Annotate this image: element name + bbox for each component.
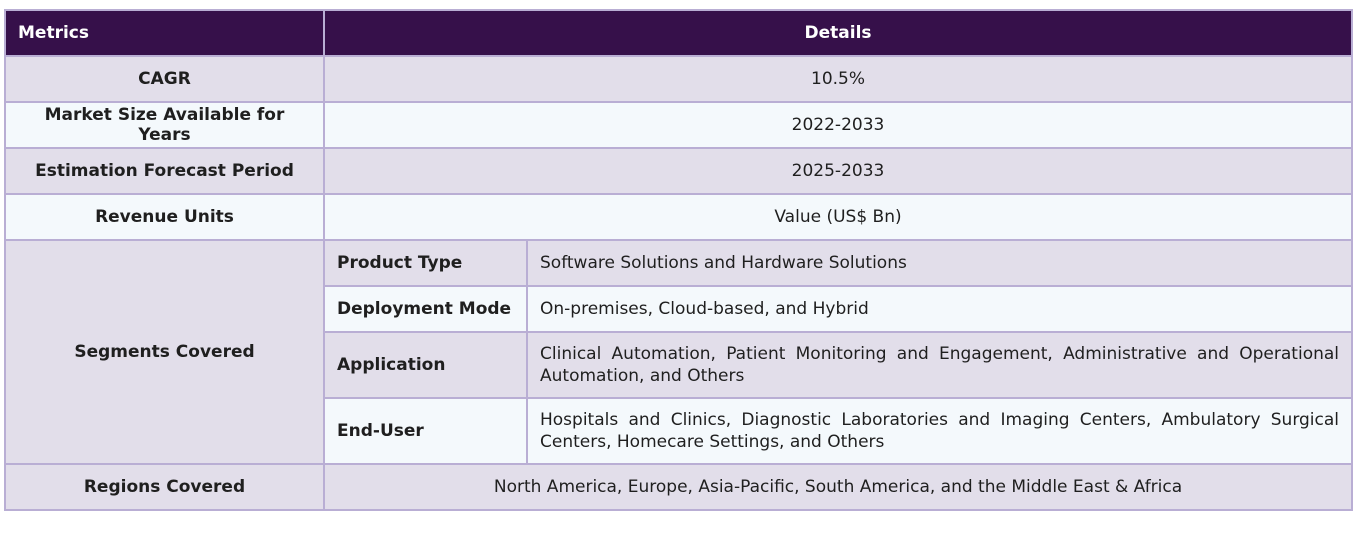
segments-label: Segments Covered <box>4 239 325 465</box>
header-row: Metrics Details <box>4 9 1354 57</box>
table-row: Market Size Available for Years 2022-203… <box>4 101 1354 149</box>
segment-name: End-User <box>323 397 528 465</box>
row-value: 2025-2033 <box>322 147 1354 195</box>
row-label: Revenue Units <box>4 193 325 241</box>
table-row: Revenue Units Value (US$ Bn) <box>4 193 1354 241</box>
table-row: CAGR 10.5% <box>4 55 1354 103</box>
header-details: Details <box>322 9 1354 57</box>
row-value: 10.5% <box>322 55 1354 103</box>
table-row: Regions Covered North America, Europe, A… <box>4 463 1354 511</box>
segment-name: Deployment Mode <box>323 285 528 333</box>
segment-detail: On-premises, Cloud-based, and Hybrid <box>525 285 1354 333</box>
row-label: Market Size Available for Years <box>4 101 325 149</box>
segment-detail: Software Solutions and Hardware Solution… <box>525 239 1354 287</box>
segment-detail: Hospitals and Clinics, Diagnostic Labora… <box>525 397 1354 465</box>
segment-row: Segments Covered Product Type Software S… <box>4 239 1354 465</box>
regions-label: Regions Covered <box>4 463 325 511</box>
segment-name: Application <box>323 331 528 399</box>
table-row: Estimation Forecast Period 2025-2033 <box>4 147 1354 195</box>
row-label: CAGR <box>4 55 325 103</box>
row-label: Estimation Forecast Period <box>4 147 325 195</box>
row-value: Value (US$ Bn) <box>322 193 1354 241</box>
segment-name: Product Type <box>323 239 528 287</box>
metrics-table: Metrics Details CAGR 10.5% Market Size A… <box>4 9 1354 511</box>
segment-detail: Clinical Automation, Patient Monitoring … <box>525 331 1354 399</box>
row-value: 2022-2033 <box>322 101 1354 149</box>
header-metrics: Metrics <box>4 9 325 57</box>
regions-value: North America, Europe, Asia-Pacific, Sou… <box>322 463 1354 511</box>
